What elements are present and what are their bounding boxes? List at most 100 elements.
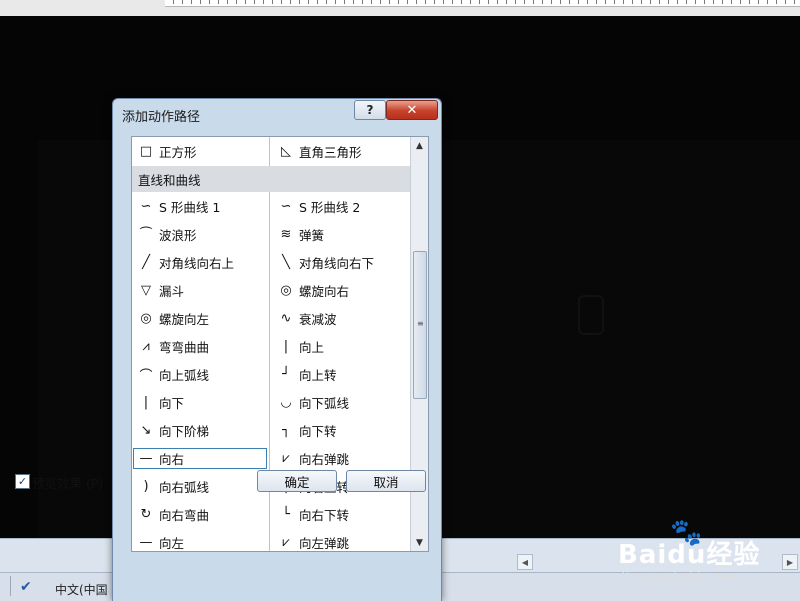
- ruler-tick: [182, 0, 183, 4]
- path-item-label: 向右下转: [299, 507, 350, 523]
- path-item-label: 向下弧线: [299, 395, 350, 411]
- path-row: ╱ 对角线向右上 ╲ 对角线向右下: [132, 248, 410, 276]
- path-item[interactable]: | 向上: [272, 332, 408, 360]
- status-separator: [10, 576, 11, 596]
- ruler-tick: [551, 0, 552, 4]
- group-header-lines-curves: 直线和曲线: [132, 166, 410, 192]
- path-item-label: 对角线向右下: [299, 255, 375, 271]
- ruler-tick: [380, 0, 381, 4]
- ruler-tick: [740, 0, 741, 4]
- turn-down-icon: ┐: [282, 422, 290, 438]
- path-item[interactable]: ┐ 向下转: [272, 416, 408, 444]
- ruler-tick: [344, 0, 345, 4]
- bounce-right-icon: ⩗: [282, 450, 290, 466]
- language-indicator[interactable]: 中文(中国: [55, 581, 108, 598]
- path-item[interactable]: ↻ 向右弯曲: [132, 500, 268, 528]
- ruler-tick: [749, 0, 750, 4]
- arc-right-icon: ): [143, 478, 149, 494]
- preview-checkbox[interactable]: ✓: [15, 474, 30, 489]
- ruler-tick: [488, 0, 489, 4]
- right-triangle-path-icon: ◺: [281, 143, 291, 159]
- ruler-tick: [524, 0, 525, 4]
- help-button[interactable]: ?: [354, 100, 386, 120]
- ruler-tick: [317, 0, 318, 4]
- ruler-tick: [722, 0, 723, 4]
- path-item[interactable]: ╲ 对角线向右下: [272, 248, 408, 276]
- ruler-tick: [632, 0, 633, 4]
- ruler-tick: [686, 0, 687, 4]
- watermark-brand: Baidu经验: [618, 540, 761, 570]
- path-item[interactable]: └ 向右下转: [272, 500, 408, 528]
- ruler-tick: [407, 0, 408, 4]
- path-item[interactable]: ∿ 衰减波: [272, 304, 408, 332]
- path-item[interactable]: ┘ 向上转: [272, 360, 408, 388]
- path-item[interactable]: — 向左: [132, 528, 268, 551]
- ruler-tick: [623, 0, 624, 4]
- scrollbar-thumb[interactable]: ≡: [413, 251, 427, 399]
- close-button[interactable]: ✕: [386, 100, 438, 120]
- ruler-tick: [209, 0, 210, 4]
- ruler-tick: [200, 0, 201, 4]
- path-item[interactable]: | 向下: [132, 388, 268, 416]
- path-item-label: 对角线向右上: [159, 255, 235, 271]
- ruler-tick: [731, 0, 732, 4]
- wave-icon: ⏜: [139, 226, 153, 242]
- path-item[interactable]: ◎ 螺旋向右: [272, 276, 408, 304]
- path-item-label: 向右: [159, 452, 185, 467]
- ruler-tick: [389, 0, 390, 4]
- ruler-tick: [362, 0, 363, 4]
- path-row: ↻ 向右弯曲 └ 向右下转: [132, 500, 410, 528]
- path-item[interactable]: ) 向右弧线: [132, 472, 268, 500]
- path-item[interactable]: □ 正方形: [132, 137, 268, 165]
- watermark: 🐾 Baidu经验 jingyan.baidu.com: [612, 518, 792, 588]
- path-row: □ 正方形 ◺ 直角三角形: [132, 137, 410, 165]
- path-item-label: 向右弯曲: [159, 507, 210, 523]
- path-item[interactable]: ▽ 漏斗: [132, 276, 268, 304]
- cancel-button[interactable]: 取消: [346, 470, 426, 492]
- ruler-tick: [245, 0, 246, 4]
- path-item[interactable]: ⌒ 向上弧线: [132, 360, 268, 388]
- ruler-tick: [605, 0, 606, 4]
- ruler-tick: [785, 0, 786, 4]
- dialog-title-bar[interactable]: 添加动作路径 ? ✕: [113, 99, 441, 127]
- path-item-label: 正方形: [159, 144, 197, 160]
- ruler-tick: [443, 0, 444, 4]
- scroll-down-button[interactable]: ▼: [411, 534, 428, 551]
- path-item-label: 衰减波: [299, 311, 337, 327]
- path-item[interactable]: ↘ 向下阶梯: [132, 416, 268, 444]
- add-motion-path-dialog: 添加动作路径 ? ✕ 直线和曲线 □ 正方形 ◺ 直角三角形 ∽ S 形曲线 1 ∽ S 形曲…: [112, 98, 442, 601]
- ruler-tick: [398, 0, 399, 4]
- path-item[interactable]: ⏜ 波浪形: [132, 220, 268, 248]
- ruler-tick: [434, 0, 435, 4]
- path-item[interactable]: ⩗ 向右弹跳: [272, 444, 408, 472]
- path-item[interactable]: ∽ S 形曲线 2: [272, 192, 408, 220]
- path-item[interactable]: — 向右: [132, 447, 268, 470]
- scroll-up-button[interactable]: ▲: [411, 137, 428, 154]
- path-item[interactable]: ◎ 螺旋向左: [132, 304, 268, 332]
- path-item[interactable]: ≋ 弹簧: [272, 220, 408, 248]
- path-item[interactable]: ⩗ 向左弹跳: [272, 528, 408, 551]
- stairs-down-icon: ↘: [140, 422, 152, 438]
- ruler-tick: [677, 0, 678, 4]
- ok-button[interactable]: 确定: [257, 470, 337, 492]
- path-item[interactable]: ◺ 直角三角形: [272, 137, 408, 165]
- preview-label[interactable]: 预览效果 (P): [32, 473, 103, 492]
- path-item[interactable]: ∽ S 形曲线 1: [132, 192, 268, 220]
- ruler-tick: [506, 0, 507, 4]
- diagonal-down-right-icon: ╲: [282, 254, 290, 270]
- curvy-right-icon: ↻: [140, 506, 152, 522]
- ruler-tick: [497, 0, 498, 4]
- ruler-tick: [614, 0, 615, 4]
- path-item-label: 向下: [159, 395, 185, 411]
- slide-shape: [578, 295, 604, 335]
- path-item-label: 向右弧线: [159, 479, 210, 495]
- ruler-tick: [569, 0, 570, 4]
- ruler-tick: [299, 0, 300, 4]
- path-item[interactable]: ╱ 对角线向右上: [132, 248, 268, 276]
- path-item[interactable]: ◡ 向下弧线: [272, 388, 408, 416]
- spell-check-icon[interactable]: ✔: [20, 579, 38, 595]
- scroll-left-button[interactable]: ◀: [517, 554, 533, 570]
- path-item[interactable]: ⩘ 弯弯曲曲: [132, 332, 268, 360]
- ruler-tick: [650, 0, 651, 4]
- ruler-tick: [218, 0, 219, 4]
